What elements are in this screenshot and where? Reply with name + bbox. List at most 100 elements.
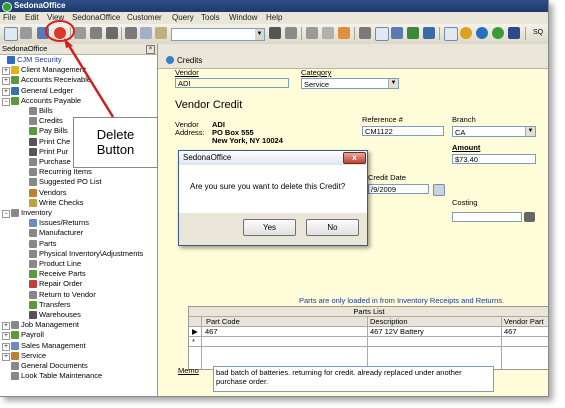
expand-icon[interactable]: +	[2, 352, 10, 361]
close-icon[interactable]: ×	[146, 45, 155, 54]
close-icon[interactable]: x	[343, 152, 366, 164]
notes-icon[interactable]	[338, 27, 350, 39]
panel-header: SedonaOffice ×	[0, 44, 157, 55]
tree-node[interactable]: + Client Management	[0, 65, 157, 76]
check-icon[interactable]	[407, 27, 419, 39]
expand-icon[interactable]: +	[2, 342, 10, 351]
credit-date-field[interactable]: /9/2009	[368, 184, 429, 194]
save-icon[interactable]	[37, 27, 49, 39]
exit-icon[interactable]	[508, 27, 520, 39]
vendor-field[interactable]: ADI	[175, 78, 289, 88]
collapse-icon[interactable]: −	[2, 97, 10, 106]
grid-icon[interactable]	[322, 27, 334, 39]
cell-vendor-part[interactable]: 467	[504, 327, 517, 336]
no-button[interactable]: No	[306, 219, 359, 236]
tree-node[interactable]: Transfers	[0, 300, 157, 310]
chevron-down-icon[interactable]: ▼	[525, 127, 535, 136]
car-icon[interactable]	[269, 27, 281, 39]
recurring-icon	[29, 168, 37, 177]
open-icon[interactable]	[20, 27, 32, 39]
delete-icon[interactable]	[54, 27, 66, 39]
cut-icon[interactable]	[125, 27, 137, 39]
tree-node[interactable]: Bills	[0, 106, 157, 116]
tree-node[interactable]: CJM Security	[0, 55, 157, 65]
tree-node[interactable]: Suggested PO List	[0, 177, 157, 187]
window-icon[interactable]	[359, 27, 371, 39]
costing-field[interactable]	[452, 212, 522, 222]
menu-query[interactable]: Query	[172, 12, 194, 24]
tree-node-label: Receive Parts	[39, 269, 86, 279]
yes-button[interactable]: Yes	[243, 219, 296, 236]
tree-node[interactable]: + Service	[0, 351, 157, 361]
tree-node[interactable]: Receive Parts	[0, 269, 157, 279]
paste-icon[interactable]	[155, 27, 167, 39]
expand-icon[interactable]: +	[2, 77, 10, 86]
tree-node[interactable]: Issues/Returns	[0, 218, 157, 228]
tree-node[interactable]: Recurring Items	[0, 167, 157, 177]
column-part-code[interactable]: Part Code	[206, 317, 240, 326]
menu-view[interactable]: View	[47, 12, 64, 24]
chevron-down-icon[interactable]: ▼	[255, 29, 264, 40]
print-icon[interactable]	[106, 27, 118, 39]
help-icon[interactable]	[476, 27, 488, 39]
refresh-icon[interactable]	[74, 27, 86, 39]
tree-node[interactable]: Look Table Maintenance	[0, 371, 157, 381]
column-vendor-part[interactable]: Vendor Part	[504, 317, 544, 326]
mail-icon[interactable]	[375, 27, 389, 41]
chevron-down-icon[interactable]: ▼	[388, 79, 398, 88]
menu-tools[interactable]: Tools	[201, 12, 220, 24]
list-icon[interactable]	[285, 27, 297, 39]
report-icon[interactable]	[444, 27, 458, 41]
expand-icon[interactable]: +	[2, 67, 10, 76]
tree-node[interactable]: Parts	[0, 239, 157, 249]
tree-node-label: Accounts Payable	[21, 95, 82, 105]
calendar-icon[interactable]	[391, 27, 403, 39]
copy-icon[interactable]	[140, 27, 152, 39]
menu-file[interactable]: File	[3, 12, 16, 24]
branch-select[interactable]: CA ▼	[452, 126, 536, 137]
tree-node[interactable]: − Inventory	[0, 208, 157, 218]
tree-node[interactable]: + General Ledger	[0, 86, 157, 96]
car-icon[interactable]	[524, 212, 535, 222]
tree-node[interactable]: Write Checks	[0, 198, 157, 208]
reference-field[interactable]: CM1122	[362, 126, 444, 136]
tree-node[interactable]: Physical Inventory\Adjustments	[0, 249, 157, 259]
menu-customer[interactable]: Customer	[127, 12, 162, 24]
tree-node[interactable]: + Job Management	[0, 320, 157, 331]
tool-icon[interactable]	[306, 27, 318, 39]
new-icon[interactable]	[4, 27, 18, 41]
tree-node[interactable]: Vendors	[0, 188, 157, 198]
column-description[interactable]: Description	[370, 317, 408, 326]
tree-node[interactable]: + Accounts Receivable	[0, 75, 157, 86]
tree-node[interactable]: + Payroll	[0, 330, 157, 341]
cell-description[interactable]: 467 12V Battery	[370, 327, 424, 336]
amount-field[interactable]: $73.40	[452, 154, 536, 164]
calendar-picker-icon[interactable]	[433, 184, 445, 196]
cell-part-code[interactable]: 467	[205, 327, 218, 336]
category-select[interactable]: Service ▼	[301, 78, 399, 89]
menu-help[interactable]: Help	[266, 12, 282, 24]
chart-icon[interactable]	[423, 27, 435, 39]
vendor-label: Vendor	[175, 68, 199, 77]
tree-node[interactable]: General Documents	[0, 361, 157, 371]
tree-node[interactable]: Warehouses	[0, 310, 157, 320]
expand-icon[interactable]: +	[2, 87, 10, 96]
collapse-icon[interactable]: −	[2, 210, 10, 218]
expand-icon[interactable]: +	[2, 332, 10, 341]
tree-node[interactable]: + Sales Management	[0, 341, 157, 351]
tree-node[interactable]: Manufacturer	[0, 228, 157, 238]
parts-column-headers: Part Code Description Vendor Part	[189, 317, 548, 327]
print-preview-icon[interactable]	[90, 27, 102, 39]
memo-field[interactable]: bad batch of batteries. returning for cr…	[213, 366, 494, 392]
menu-sedonaoffice[interactable]: SedonaOffice	[72, 12, 120, 24]
sedona-icon[interactable]	[492, 27, 504, 39]
tree-node[interactable]: − Accounts Payable	[0, 96, 157, 106]
tree-node[interactable]: Repair Order	[0, 279, 157, 289]
tree-node[interactable]: Product Line	[0, 259, 157, 269]
tree-node[interactable]: Return to Vendor	[0, 290, 157, 300]
expand-icon[interactable]: +	[2, 322, 10, 331]
toolbar-combo[interactable]: ▼	[171, 28, 265, 41]
globe-icon[interactable]	[460, 27, 472, 39]
menu-edit[interactable]: Edit	[25, 12, 39, 24]
menu-window[interactable]: Window	[229, 12, 257, 24]
